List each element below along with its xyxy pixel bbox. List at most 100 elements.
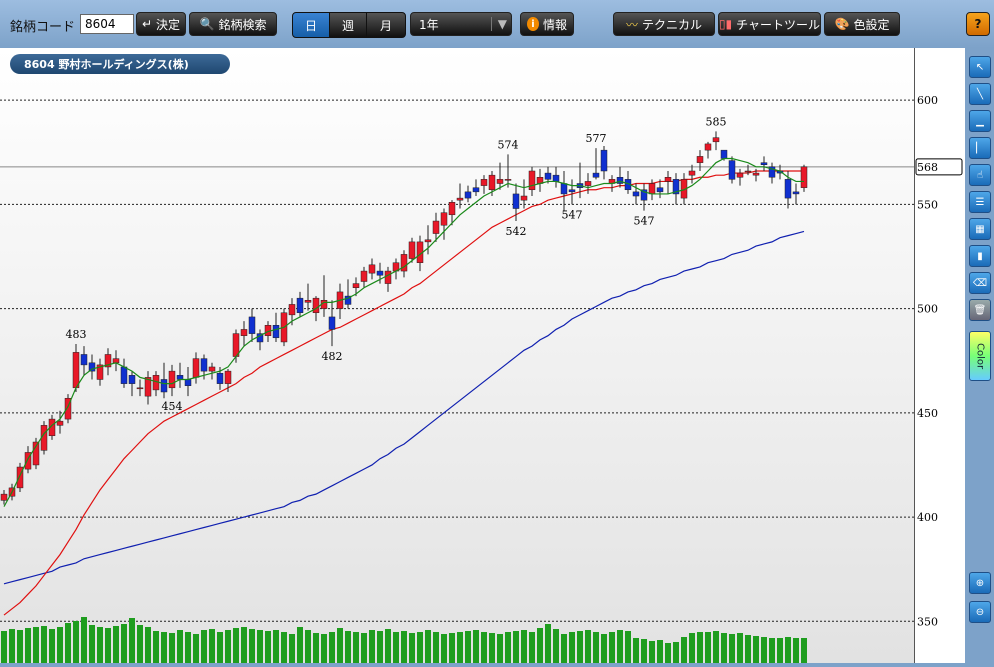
decide-label: 決定 [156,17,181,32]
candle-body [600,149,608,172]
candle-body [456,197,464,201]
volume-bar [601,634,607,663]
price-chart[interactable]: 483 454 482 574 542 577 547 547 585 [0,48,914,663]
fibonacci-icon[interactable]: ☰ [969,191,991,213]
volume-bar [625,631,631,663]
tab-monthly[interactable]: 月 [366,12,406,38]
count-icon[interactable]: ▦ [969,218,991,240]
candle-body [488,174,496,191]
trendline-icon[interactable]: ╲ [969,83,991,105]
candle-body [712,137,720,143]
price-tick-label: 600 [917,94,938,107]
volume-bar [17,630,23,663]
span-icon[interactable]: ▮ [969,245,991,267]
candle-body [360,270,368,282]
volume-bar [457,632,463,663]
candle-body [168,370,176,389]
volume-bar [737,633,743,663]
ma5-line [3,157,804,507]
volume-bar [353,632,359,663]
candle-body [552,174,560,182]
candle-body [56,420,64,426]
volume-bar [489,633,495,663]
volume-bar [753,636,759,663]
candle-body [328,316,336,330]
candle-body [432,220,440,234]
candle-body [120,366,128,384]
vertical-line-icon[interactable]: ▏ [969,137,991,159]
horizontal-line-icon[interactable]: ▁ [969,110,991,132]
decide-button[interactable]: ↵ 決定 [136,12,186,36]
volume-bar [649,641,655,663]
eraser-icon[interactable]: ⌫ [969,272,991,294]
volume-bar [249,629,255,663]
volume-bar [377,631,383,663]
candle-body [656,187,664,193]
charttool-label: チャートツール [736,17,821,32]
volume-bar [553,629,559,663]
volume-bar [297,627,303,663]
info-button[interactable]: i 情報 [520,12,574,36]
volume-bar [617,630,623,663]
volume-bar [729,634,735,663]
tab-weekly[interactable]: 週 [329,12,367,38]
candle-body [560,183,568,195]
volume-bar [665,643,671,663]
volume-bar [41,626,47,663]
volume-bar [329,632,335,663]
volume-bar [1,631,7,663]
candle-body [216,372,224,384]
candle-body [568,189,576,193]
pointer-icon[interactable]: ↖ [969,56,991,78]
price-tick-label: 500 [917,303,938,316]
trash-icon[interactable]: 🗑 [969,299,991,321]
toolbar: 銘柄コード ↵決定 🔍銘柄検索 日 週 月 1年 ▼ i情報 〰テクニカル ▯▮… [0,0,994,48]
volume-bar [145,627,151,663]
candle-body [176,375,184,380]
candle-body [112,358,120,364]
volume-bar [369,630,375,663]
volume-bar [713,631,719,663]
candle-body [528,170,536,191]
volume-bar [137,625,143,663]
charttool-button[interactable]: ▯▮ チャートツール [718,12,821,36]
color-settings-button[interactable]: 🎨 色設定 [824,12,900,36]
range-value: 1年 [419,17,439,32]
chart-area[interactable]: 483 454 482 574 542 577 547 547 585 8604 野村ホールディ… [0,48,915,663]
candle-body [384,270,392,284]
range-select[interactable]: 1年 ▼ [410,12,512,36]
volume-bar [393,632,399,663]
volume-bar [25,628,31,663]
candle-body [136,387,144,390]
price-annotation: 574 [498,138,519,151]
candle-body [160,379,168,393]
volume-bar [537,628,543,663]
search-label: 銘柄検索 [218,17,267,32]
candle-body [184,379,192,386]
code-input[interactable] [80,14,134,34]
candle-body [544,172,552,180]
volume-bar [745,635,751,663]
candle-body [784,179,792,199]
tab-daily[interactable]: 日 [292,12,330,38]
price-tick-label: 450 [917,407,938,420]
color-button[interactable]: Color [969,331,991,381]
volume-bar [697,632,703,663]
volume-bar [337,628,343,663]
search-button[interactable]: 🔍 銘柄検索 [189,12,277,36]
search-icon: 🔍 [199,17,215,31]
volume-bar [633,638,639,663]
zoom-in-icon[interactable]: ⊕ [969,572,991,594]
help-button[interactable]: ? [966,12,990,36]
candle-body [352,283,360,288]
volume-bar [761,637,767,663]
enter-icon: ↵ [141,17,153,31]
technical-button[interactable]: 〰テクニカル [613,12,715,36]
candle-body [240,329,248,336]
candle-body [728,160,736,180]
candle-body [72,352,80,389]
hand-icon[interactable]: ☝ [969,164,991,186]
zoom-out-icon[interactable]: ⊖ [969,601,991,623]
volume-bar [417,632,423,663]
volume-bar [545,624,551,663]
